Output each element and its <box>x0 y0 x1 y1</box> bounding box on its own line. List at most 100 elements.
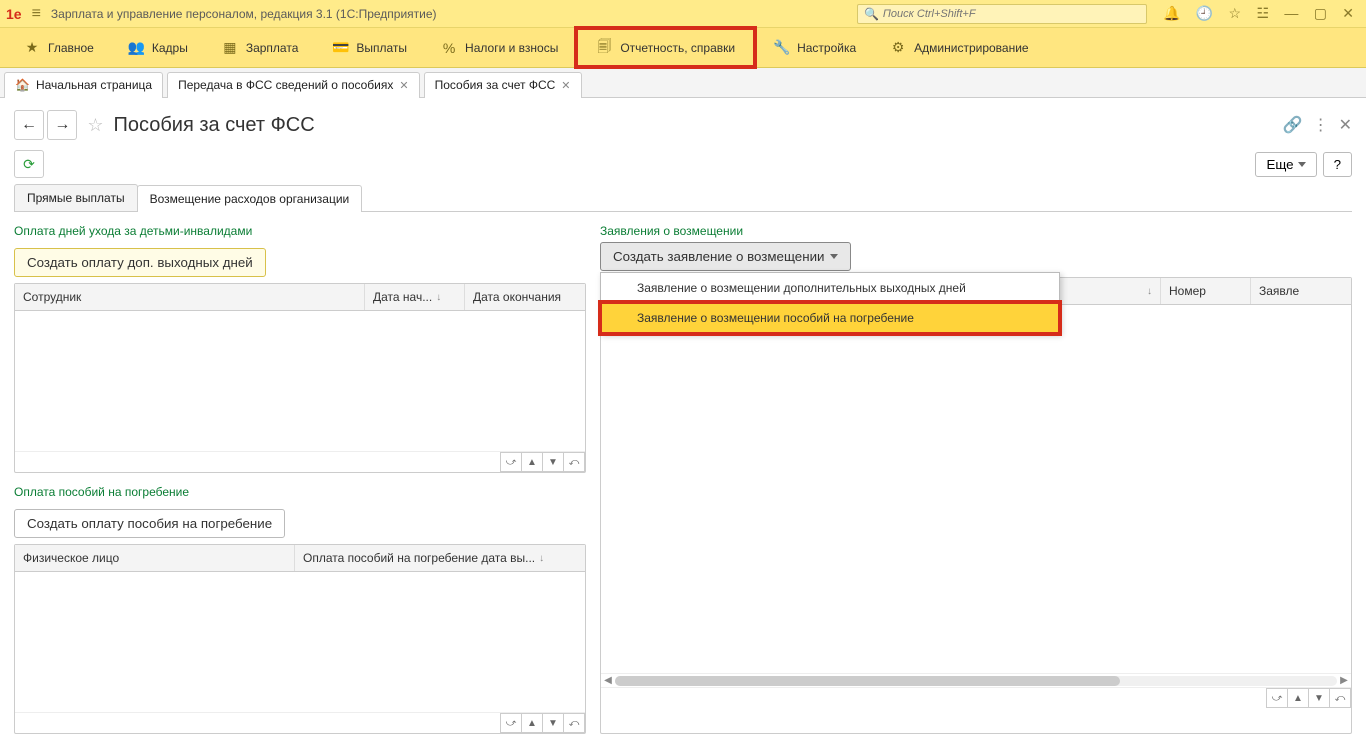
more-button[interactable]: Еще <box>1255 152 1316 177</box>
section2-title[interactable]: Оплата пособий на погребение <box>14 485 586 499</box>
tab-label: Передача в ФСС сведений о пособиях <box>178 78 393 92</box>
grid-last-button[interactable]: ⤺ <box>1329 688 1351 708</box>
search-input[interactable] <box>883 8 1140 20</box>
grid-up-button[interactable]: ▲ <box>521 713 543 733</box>
grid-first-button[interactable]: ⤻ <box>500 452 522 472</box>
favorite-star-icon[interactable]: ☆ <box>87 115 103 136</box>
search-box[interactable]: 🔍 <box>857 4 1147 24</box>
tab-label: Начальная страница <box>36 78 152 92</box>
tab-2[interactable]: Пособия за счет ФСС ✕ <box>424 72 582 98</box>
menu-label: Выплаты <box>356 41 407 55</box>
grid1-footer-arrows: ⤻ ▲ ▼ ⤺ <box>15 451 585 472</box>
grid1-head: Сотрудник Дата нач... ↓ Дата окончания <box>15 284 585 311</box>
tab-label: Пособия за счет ФСС <box>435 78 556 92</box>
history-icon[interactable]: 🕘 <box>1190 5 1219 21</box>
grid-down-button[interactable]: ▼ <box>542 452 564 472</box>
page-close-icon[interactable]: ✕ <box>1339 115 1352 135</box>
grid-first-button[interactable]: ⤻ <box>500 713 522 733</box>
tab-close-icon[interactable]: ✕ <box>399 79 408 92</box>
grid1-col-startdate[interactable]: Дата нач... ↓ <box>365 284 465 310</box>
grid-last-button[interactable]: ⤺ <box>563 713 585 733</box>
help-button[interactable]: ? <box>1323 152 1352 177</box>
kebab-icon[interactable]: ⋮ <box>1313 115 1329 135</box>
hscroll-thumb[interactable] <box>615 676 1120 686</box>
create-application-dropdown: Заявление о возмещении дополнительных вы… <box>600 272 1060 334</box>
minimize-icon[interactable]: — <box>1278 5 1304 21</box>
menu-item-6[interactable]: 🔧Настройка <box>757 28 872 67</box>
gridR-col-app[interactable]: Заявле <box>1251 278 1351 304</box>
link-icon[interactable]: 🔗 <box>1283 115 1303 135</box>
menu-item-3[interactable]: 💳 Выплаты <box>316 28 423 67</box>
gridR-col-number[interactable]: Номер <box>1161 278 1251 304</box>
tab-0[interactable]: 🏠 Начальная страница <box>4 72 163 98</box>
grid-employees: Сотрудник Дата нач... ↓ Дата окончания ⤻… <box>14 283 586 473</box>
create-application-button[interactable]: Создать заявление о возмещении <box>600 242 851 271</box>
grid-down-button[interactable]: ▼ <box>1308 688 1330 708</box>
menu-icon: 👥 <box>128 39 144 56</box>
gridR-hscroll[interactable]: ◀ ▶ <box>601 673 1351 687</box>
menu-icon: ▦ <box>222 39 238 56</box>
grid1-col-employee[interactable]: Сотрудник <box>15 284 365 310</box>
chevron-down-icon <box>830 254 838 259</box>
right-column: Заявления о возмещении Создать заявление… <box>600 218 1352 734</box>
tab-1[interactable]: Передача в ФСС сведений о пособиях ✕ <box>167 72 420 98</box>
close-icon[interactable]: ✕ <box>1336 5 1360 21</box>
chevron-down-icon <box>1298 162 1306 167</box>
toolbar-row: ⟳ Еще ? <box>14 150 1352 178</box>
menu-item-4[interactable]: % Налоги и взносы <box>425 28 574 67</box>
menu-item-1[interactable]: 👥Кадры <box>112 28 204 67</box>
page-header: ← → ☆ Пособия за счет ФСС 🔗 ⋮ ✕ <box>14 110 1352 140</box>
home-icon: 🏠 <box>15 78 30 92</box>
menu-icon: % <box>441 40 457 56</box>
create-funeral-button[interactable]: Создать оплату пособия на погребение <box>14 509 285 538</box>
right-section-title[interactable]: Заявления о возмещении <box>600 224 1352 238</box>
subtab-1[interactable]: Возмещение расходов организации <box>137 185 363 212</box>
maximize-icon[interactable]: ▢ <box>1308 5 1333 21</box>
dropdown-item-1[interactable]: Заявление о возмещении пособий на погреб… <box>601 303 1059 333</box>
grid-funeral: Физическое лицо Оплата пособий на погреб… <box>14 544 586 734</box>
menu-item-2[interactable]: ▦ Зарплата <box>206 28 315 67</box>
tab-close-icon[interactable]: ✕ <box>561 79 570 92</box>
grid-up-button[interactable]: ▲ <box>1287 688 1309 708</box>
hscroll-right-button[interactable]: ▶ <box>1337 674 1351 688</box>
page-title: Пособия за счет ФСС <box>113 114 314 137</box>
gridR-body[interactable] <box>601 305 1351 673</box>
grid1-body[interactable] <box>15 311 585 451</box>
refresh-button[interactable]: ⟳ <box>14 150 44 178</box>
grid2-head: Физическое лицо Оплата пособий на погреб… <box>15 545 585 572</box>
create-extra-days-button[interactable]: Создать оплату доп. выходных дней <box>14 248 266 277</box>
menu-icon: ★ <box>24 39 40 56</box>
filter-icon[interactable]: ☳ <box>1250 5 1275 21</box>
hscroll-left-button[interactable]: ◀ <box>601 674 615 688</box>
nav-back-button[interactable]: ← <box>14 110 44 140</box>
menu-icon: 🗐 <box>596 36 612 60</box>
bell-icon[interactable]: 🔔 <box>1157 5 1186 21</box>
star-icon[interactable]: ☆ <box>1223 5 1248 21</box>
grid2-col-date[interactable]: Оплата пособий на погребение дата вы... … <box>295 545 585 571</box>
nav-fwd-button[interactable]: → <box>47 110 77 140</box>
subtab-0[interactable]: Прямые выплаты <box>14 184 138 211</box>
menu-item-5[interactable]: 🗐Отчетность, справки <box>576 28 755 67</box>
grid-first-button[interactable]: ⤻ <box>1266 688 1288 708</box>
menu-label: Администрирование <box>914 41 1028 55</box>
menu-label: Налоги и взносы <box>465 41 558 55</box>
menu-label: Зарплата <box>246 41 299 55</box>
menu-icon: 💳 <box>332 39 348 56</box>
hscroll-track[interactable] <box>615 676 1337 686</box>
menu-item-0[interactable]: ★Главное <box>8 28 110 67</box>
grid1-col-enddate[interactable]: Дата окончания <box>465 284 585 310</box>
dropdown-item-0[interactable]: Заявление о возмещении дополнительных вы… <box>601 273 1059 303</box>
search-icon: 🔍 <box>864 7 879 21</box>
sort-desc-icon: ↓ <box>539 553 544 564</box>
grid-down-button[interactable]: ▼ <box>542 713 564 733</box>
menu-icon: 🔧 <box>773 39 789 56</box>
grid-up-button[interactable]: ▲ <box>521 452 543 472</box>
grid2-col-person[interactable]: Физическое лицо <box>15 545 295 571</box>
hamburger-icon[interactable]: ≡ <box>32 5 41 23</box>
menu-item-7[interactable]: ⚙Администрирование <box>874 28 1044 67</box>
grid2-body[interactable] <box>15 572 585 712</box>
subtabs: Прямые выплатыВозмещение расходов органи… <box>14 184 1352 212</box>
grid-last-button[interactable]: ⤺ <box>563 452 585 472</box>
section1-title[interactable]: Оплата дней ухода за детьми-инвалидами <box>14 224 586 238</box>
gridR-footer-arrows: ⤻ ▲ ▼ ⤺ <box>601 687 1351 708</box>
